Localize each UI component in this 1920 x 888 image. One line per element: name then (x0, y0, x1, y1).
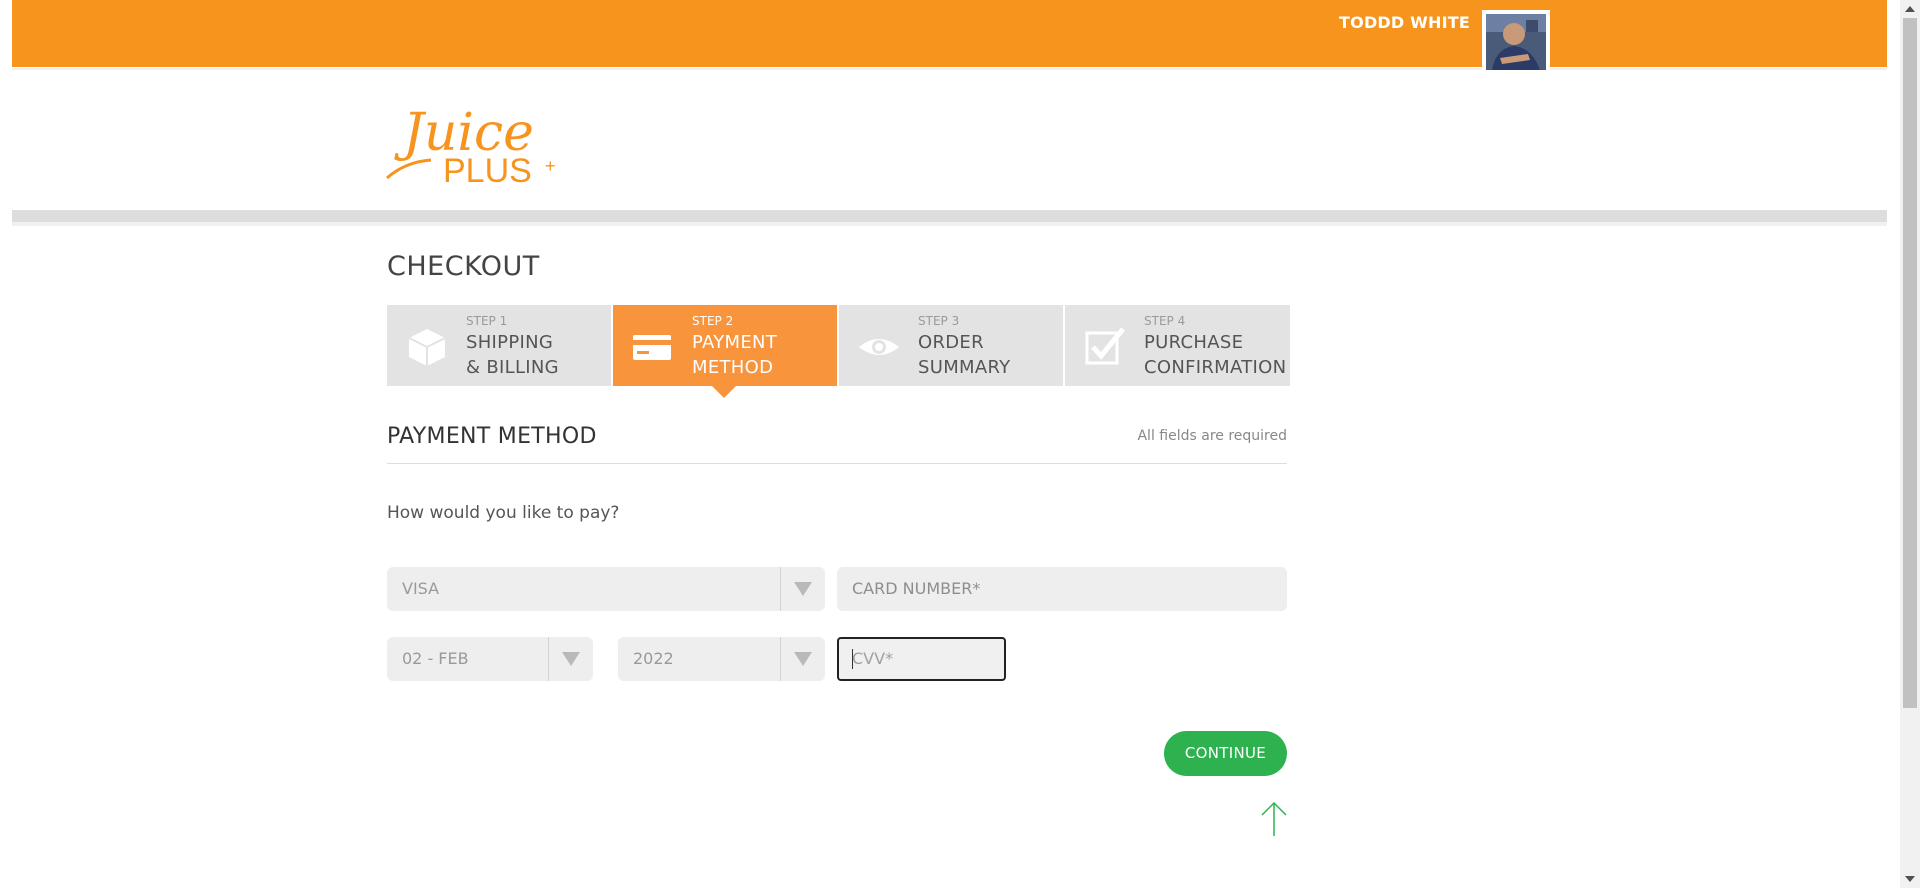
step-label: ORDER (918, 332, 984, 353)
expiry-month-value: 02 - FEB (402, 649, 469, 668)
expiry-month-select[interactable]: 02 - FEB (387, 637, 593, 681)
step-label: & BILLING (466, 357, 559, 378)
scroll-down-arrow-icon[interactable] (1905, 876, 1915, 882)
logo-image: Juice PLUS + (386, 103, 556, 190)
continue-button[interactable]: CONTINUE (1164, 731, 1287, 776)
expiry-year-value: 2022 (633, 649, 674, 668)
active-step-pointer (712, 386, 736, 398)
chevron-down-icon[interactable] (780, 567, 825, 611)
vertical-scrollbar[interactable] (1900, 0, 1920, 888)
logo-plus-mark: + (545, 156, 556, 176)
step-label: PURCHASE (1144, 332, 1244, 353)
step-label: SUMMARY (918, 357, 1011, 378)
logo-line2: PLUS (443, 152, 532, 187)
step-order-summary[interactable]: STEP 3 ORDER SUMMARY (839, 305, 1063, 386)
card-number-input[interactable]: CARD NUMBER* (837, 567, 1287, 611)
scrollbar-thumb[interactable] (1903, 18, 1917, 708)
step-label: SHIPPING (466, 332, 554, 353)
chevron-down-icon[interactable] (548, 637, 593, 681)
eye-icon (859, 339, 899, 355)
credit-card-icon (633, 335, 671, 360)
step-number: STEP 1 (466, 314, 508, 328)
checkout-steps: STEP 1 SHIPPING & BILLING STEP 2 PAYMENT… (387, 305, 1290, 386)
cvv-placeholder: CVV* (852, 649, 894, 668)
back-to-top-arrow-icon[interactable] (1260, 800, 1288, 838)
juice-plus-logo[interactable]: Juice PLUS + (385, 102, 560, 191)
user-name[interactable]: TODDD WHITE (1310, 13, 1470, 32)
step-number: STEP 2 (692, 314, 734, 328)
page-title: CHECKOUT (387, 251, 540, 282)
user-avatar[interactable] (1482, 10, 1550, 74)
expiry-year-select[interactable]: 2022 (618, 637, 825, 681)
step-label: CONFIRMATION (1144, 357, 1287, 378)
box-icon (408, 329, 446, 366)
chevron-down-icon[interactable] (780, 637, 825, 681)
section-divider (387, 463, 1287, 464)
header-divider (12, 210, 1887, 226)
step-shipping-billing[interactable]: STEP 1 SHIPPING & BILLING (387, 305, 611, 386)
avatar-image (1486, 14, 1546, 70)
step-label: PAYMENT (692, 332, 778, 353)
top-bar (12, 0, 1887, 67)
checkbox-icon (1085, 327, 1125, 365)
card-number-placeholder: CARD NUMBER* (852, 579, 981, 598)
scroll-up-arrow-icon[interactable] (1905, 6, 1915, 12)
top-bar-divider (12, 68, 1887, 70)
step-number: STEP 3 (918, 314, 960, 328)
text-cursor (852, 649, 853, 669)
card-type-select[interactable]: VISA (387, 567, 825, 611)
step-purchase-confirmation[interactable]: STEP 4 PURCHASE CONFIRMATION (1065, 305, 1290, 386)
section-title: PAYMENT METHOD (387, 424, 597, 449)
card-type-value: VISA (402, 579, 440, 598)
payment-question: How would you like to pay? (387, 503, 620, 523)
step-label: METHOD (692, 357, 774, 378)
required-note: All fields are required (1137, 428, 1287, 444)
step-payment-method[interactable]: STEP 2 PAYMENT METHOD (613, 305, 837, 386)
step-number: STEP 4 (1144, 314, 1186, 328)
cvv-input[interactable]: CVV* (837, 637, 1006, 681)
